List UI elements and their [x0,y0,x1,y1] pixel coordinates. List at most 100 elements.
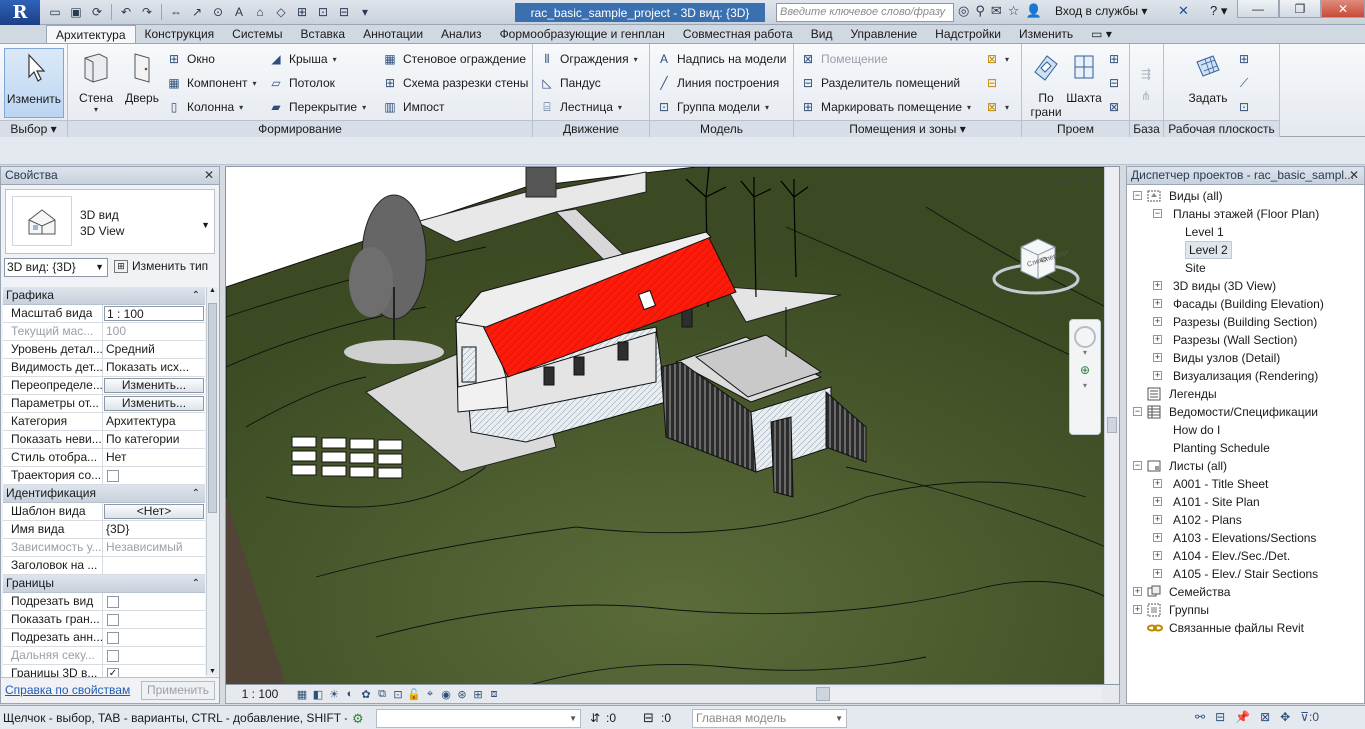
type-dropdown-icon[interactable]: ▼ [201,220,210,230]
design-option-selector[interactable]: Главная модель ▼ [692,709,847,728]
expand-icon[interactable]: + [1153,299,1162,308]
select-links-icon[interactable]: ⚯ [1195,710,1205,724]
property-value[interactable]: Показать исх... [103,359,205,376]
steering-dropdown-icon[interactable]: ▾ [1070,348,1100,357]
zoom-icon[interactable]: ⊕ [1077,363,1093,381]
minimize-icon[interactable]: ▭ [1060,175,1070,188]
model-group-dropdown-icon[interactable]: ▾ [765,103,769,112]
stair-button[interactable]: ⌸ Лестница ▾ [539,97,622,117]
expand-icon[interactable]: + [1133,605,1142,614]
column-button[interactable]: ▯ Колонна ▾ [166,97,243,117]
tree-item[interactable]: Level 1 [1129,223,1363,241]
close-button[interactable]: ✕ [1321,0,1365,18]
select-by-face-icon[interactable]: ⊠ [1260,710,1270,724]
property-value[interactable]: По категории [103,431,205,448]
expand-icon[interactable]: + [1153,371,1162,380]
tree-item[interactable]: − Планы этажей (Floor Plan) [1129,205,1363,223]
tree-item[interactable]: + Разрезы (Building Section) [1129,313,1363,331]
crop-view-icon[interactable]: ⧉ [374,688,390,701]
property-value[interactable]: Средний [103,341,205,358]
binoculars-icon[interactable]: ◎ [958,3,969,19]
hscroll-thumb[interactable] [816,687,830,701]
tree-item[interactable]: − Листы (all) [1129,457,1363,475]
help-icon[interactable]: ? ▾ [1210,3,1227,19]
mullion-button[interactable]: ▥ Импост [382,97,444,117]
temp-hide-icon[interactable]: ⌖ [422,688,438,701]
roof-button[interactable]: ◢ Крыша ▾ [268,49,337,69]
tree-item[interactable]: + Виды узлов (Detail) [1129,349,1363,367]
tree-item[interactable]: + A103 - Elevations/Sections [1129,529,1363,547]
section-icon[interactable]: ◇ [272,3,290,21]
curtain-system-button[interactable]: ▦ Стеновое ограждение [382,49,526,69]
tree-item[interactable]: + Визуализация (Rendering) [1129,367,1363,385]
tag-room-button[interactable]: ⊞ Маркировать помещение ▾ [800,97,971,117]
vertical-opening-button[interactable]: ⊟ [1106,73,1122,93]
dimension-icon[interactable]: ↗ [188,3,206,21]
text-icon[interactable]: A [230,3,248,21]
zoom-dropdown-icon[interactable]: ▾ [1070,381,1100,390]
tree-item[interactable]: Связанные файлы Revit [1129,619,1363,637]
property-edit-button[interactable]: <Нет> [104,504,204,519]
property-value[interactable] [103,557,205,574]
restore-icon[interactable]: ❐ [1076,175,1086,188]
tree-item[interactable]: Site [1129,259,1363,277]
scroll-thumb[interactable] [208,303,217,513]
tab-structure[interactable]: Конструкция [136,25,224,43]
properties-help-link[interactable]: Справка по свойствам [5,683,130,697]
tab-modify[interactable]: Изменить [1010,25,1082,43]
help-button[interactable]: ✕ [1178,3,1189,19]
property-group-header[interactable]: Идентификация ⌃ [3,485,205,503]
roof-dropdown-icon[interactable]: ▾ [333,55,337,64]
property-value[interactable]: Нет [103,449,205,466]
shaft-button[interactable]: Шахта [1062,48,1106,118]
tree-item[interactable]: + Разрезы (Wall Section) [1129,331,1363,349]
tree-item[interactable]: + Группы [1129,601,1363,619]
viewer-button[interactable]: ⊡ [1236,97,1252,117]
expand-icon[interactable]: + [1153,281,1162,290]
property-edit-button[interactable]: Изменить... [104,396,204,411]
dormer-button[interactable]: ⊠ [1106,97,1122,117]
wall-button[interactable]: Стена ▾ [74,48,118,118]
tree-item[interactable]: + A102 - Plans [1129,511,1363,529]
thin-lines-icon[interactable]: ⊞ [293,3,311,21]
ceiling-button[interactable]: ▱ Потолок [268,73,335,93]
level-button[interactable]: ⇶ [1138,64,1154,84]
tag-area-dropdown-icon[interactable]: ▾ [1005,103,1009,112]
lock-view-icon[interactable]: 🔓 [406,688,422,701]
property-value[interactable]: Архитектура [103,413,205,430]
show-crop-icon[interactable]: ⊡ [390,688,406,701]
model-group-button[interactable]: ⊡ Группа модели ▾ [656,97,769,117]
tree-item[interactable]: Planting Schedule [1129,439,1363,457]
ref-plane-button[interactable]: ⟋ [1236,73,1252,93]
tab-collaborate[interactable]: Совместная работа [674,25,802,43]
view-selector[interactable]: 3D вид: {3D} ▼ [4,258,108,277]
component-button[interactable]: ▦ Компонент ▾ [166,73,257,93]
property-value-input[interactable]: 1 : 100 [104,306,204,321]
model-text-button[interactable]: A Надпись на модели [656,49,786,69]
vscroll-thumb[interactable] [1107,417,1117,433]
window-button[interactable]: ⊞ Окно [166,49,215,69]
component-dropdown-icon[interactable]: ▾ [253,79,257,88]
expand-icon[interactable]: + [1153,479,1162,488]
select-underlay-icon[interactable]: ⊟ [1215,710,1225,724]
visual-style-icon[interactable]: ◧ [310,688,326,701]
property-checkbox[interactable] [107,596,119,608]
model-line-button[interactable]: ╱ Линия построения [656,73,779,93]
search-input[interactable]: Введите ключевое слово/фразу [776,3,954,22]
expand-icon[interactable]: + [1153,569,1162,578]
tab-annotate[interactable]: Аннотации [354,25,432,43]
tree-item[interactable]: + Фасады (Building Elevation) [1129,295,1363,313]
collapse-icon[interactable]: − [1133,461,1142,470]
show-workplane-button[interactable]: ⊞ [1236,49,1252,69]
property-checkbox[interactable] [107,614,119,626]
expand-icon[interactable]: + [1153,533,1162,542]
panel-title-select[interactable]: Выбор ▾ [0,120,67,137]
filter-icon[interactable]: ⊽:0 [1300,710,1319,724]
wall-dropdown-icon[interactable]: ▾ [74,105,118,114]
viewcube[interactable]: Слева Спереди [991,229,1081,299]
floor-dropdown-icon[interactable]: ▾ [362,103,366,112]
viewport-vertical-scrollbar[interactable] [1104,167,1119,684]
scroll-up-icon[interactable]: ▲ [207,287,218,294]
tree-item[interactable]: +3D виды (3D View) [1129,277,1363,295]
view-scale[interactable]: 1 : 100 [226,687,294,701]
